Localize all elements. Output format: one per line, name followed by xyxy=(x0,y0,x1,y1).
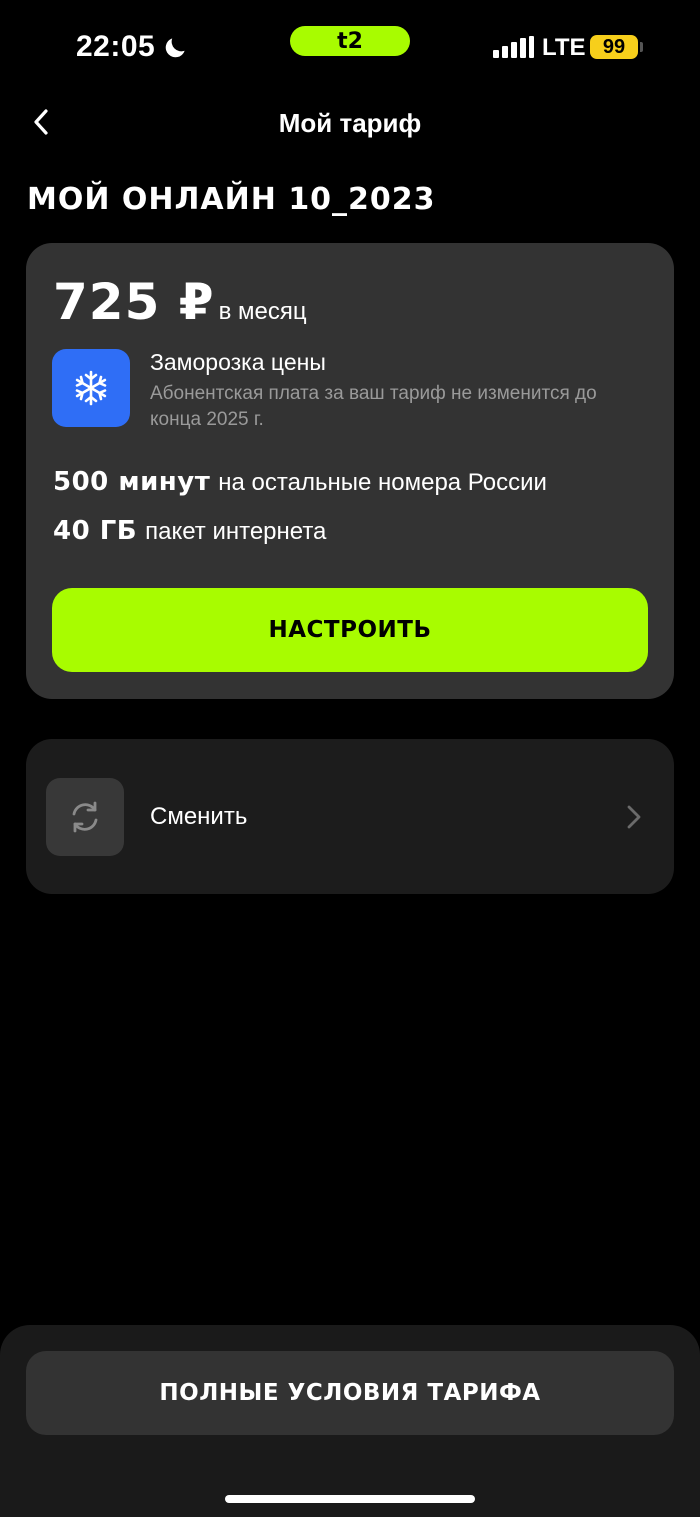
battery-level: 99 xyxy=(602,35,626,58)
full-terms-button[interactable]: ПОЛНЫЕ УСЛОВИЯ ТАРИФА xyxy=(26,1351,674,1435)
home-indicator[interactable] xyxy=(225,1495,475,1503)
battery-icon: 99 xyxy=(590,35,638,59)
status-time: 22:05 xyxy=(76,30,189,64)
chevron-right-icon xyxy=(627,805,641,829)
status-bar: 22:05 t2 LTE 99 xyxy=(0,0,700,90)
feature-internet-amount: 40 ГБ xyxy=(53,516,138,546)
snowflake-icon xyxy=(75,370,107,406)
feature-internet-text: пакет интернета xyxy=(145,518,327,545)
price-row: 725 ₽ в месяц xyxy=(53,273,307,331)
carrier-name: t2 xyxy=(337,28,363,54)
refresh-icon xyxy=(72,801,98,833)
network-type: LTE xyxy=(542,34,586,61)
freeze-description: Абонентская плата за ваш тариф не измени… xyxy=(150,383,597,430)
battery-tip xyxy=(640,42,643,52)
feature-minutes-amount: 500 минут xyxy=(53,467,211,497)
tariff-card: 725 ₽ в месяц Заморозка цены Абонентская… xyxy=(26,243,674,699)
moon-icon xyxy=(165,38,185,58)
refresh-icon-box xyxy=(46,778,124,856)
freeze-icon-box xyxy=(52,349,130,427)
change-tariff-row[interactable]: Сменить xyxy=(26,739,674,894)
tariff-price: 725 ₽ xyxy=(53,273,215,331)
feature-internet: 40 ГБ пакет интернета xyxy=(53,516,326,546)
feature-minutes-text: на остальные номера России xyxy=(218,469,547,496)
freeze-title: Заморозка цены xyxy=(150,349,326,375)
configure-button[interactable]: НАСТРОИТЬ xyxy=(52,588,648,672)
page-title: Мой тариф xyxy=(278,108,422,138)
change-tariff-label: Сменить xyxy=(150,803,248,830)
status-time-text: 22:05 xyxy=(76,30,156,63)
price-period: в месяц xyxy=(218,298,307,325)
feature-minutes: 500 минут на остальные номера России xyxy=(53,467,547,497)
carrier-badge: t2 xyxy=(290,26,410,56)
screen: 22:05 t2 LTE 99 Мой тариф МОЙ ОНЛАЙН 10_… xyxy=(0,0,700,1517)
bottom-sheet: ПОЛНЫЕ УСЛОВИЯ ТАРИФА xyxy=(0,1325,700,1517)
tariff-name: МОЙ ОНЛАЙН 10_2023 xyxy=(27,182,436,217)
signal-strength-icon xyxy=(493,36,534,58)
